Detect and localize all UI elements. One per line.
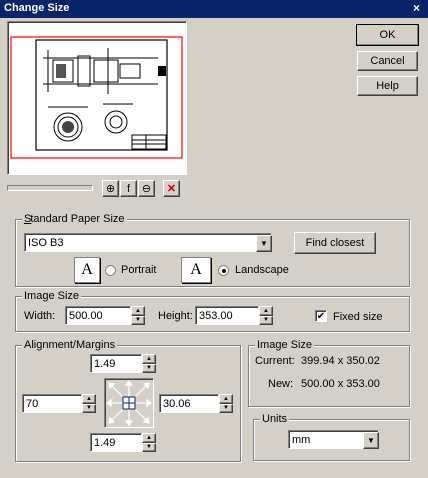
spin-down-icon[interactable]: ▼ [82, 403, 96, 413]
margin-top-spinner[interactable]: ▲ ▼ [142, 354, 156, 373]
margin-left-input[interactable]: 70 [22, 394, 82, 413]
cancel-label: Cancel [370, 55, 405, 67]
zoom-out-icon: ⊖ [141, 183, 152, 195]
ok-button[interactable]: OK [356, 24, 419, 46]
landscape-radio-dot [221, 268, 226, 273]
standard-paper-legend: Standard Paper Size [22, 213, 127, 225]
landscape-radio[interactable] [218, 265, 229, 276]
margin-right-value: 30.06 [163, 397, 191, 410]
current-size-value: 399.94 x 350.02 [301, 355, 380, 367]
spin-down-icon[interactable]: ▼ [142, 363, 156, 373]
zoom-slider-track[interactable] [7, 185, 93, 191]
find-closest-label: Find closest [305, 237, 365, 249]
standard-paper-legend-text: tandard Paper Size [30, 213, 125, 225]
clear-button[interactable]: ✕ [163, 180, 180, 197]
spin-down-icon[interactable]: ▼ [219, 403, 233, 413]
current-size-label: Current: [255, 355, 295, 367]
spin-up-icon[interactable]: ▲ [142, 433, 156, 443]
landscape-paper-icon: A [181, 257, 211, 283]
units-legend: Units [260, 413, 290, 425]
width-value: 500.00 [69, 309, 103, 322]
image-size-legend: Image Size [22, 290, 82, 302]
ok-label: OK [379, 29, 396, 41]
new-size-value: 500.00 x 353.00 [301, 378, 380, 390]
cancel-button[interactable]: Cancel [357, 51, 418, 71]
margin-bottom-spinner[interactable]: ▲ ▼ [142, 433, 156, 452]
title-bar: Change Size × [0, 0, 428, 18]
fixed-size-label[interactable]: Fixed size [333, 311, 383, 323]
paper-size-select[interactable]: ISO B3 [24, 233, 272, 252]
zoom-in-icon: ⊕ [105, 183, 116, 195]
spin-up-icon[interactable]: ▲ [219, 394, 233, 404]
portrait-paper-icon: A [74, 257, 100, 283]
new-size-label: New: [268, 378, 294, 390]
width-spinner[interactable]: ▲ ▼ [131, 306, 145, 325]
spin-down-icon[interactable]: ▼ [131, 315, 145, 325]
width-input[interactable]: 500.00 [65, 306, 131, 325]
preview-area [7, 21, 187, 175]
margin-top-input[interactable]: 1.49 [90, 354, 142, 373]
spin-up-icon[interactable]: ▲ [131, 306, 145, 316]
spin-down-icon[interactable]: ▼ [259, 315, 273, 325]
height-label: Height: [158, 310, 193, 322]
spin-up-icon[interactable]: ▲ [259, 306, 273, 316]
margin-left-spinner[interactable]: ▲ ▼ [82, 394, 96, 413]
width-label: Width: [24, 310, 56, 322]
zoom-fit-button[interactable]: f [120, 180, 137, 197]
window-title: Change Size [4, 2, 70, 14]
fit-icon: f [126, 182, 131, 195]
alignment-margins-legend: Alignment/Margins [22, 339, 118, 351]
spin-down-icon[interactable]: ▼ [142, 442, 156, 452]
landscape-paper-glyph: A [190, 261, 202, 278]
close-icon[interactable]: × [413, 1, 420, 15]
margin-right-spinner[interactable]: ▲ ▼ [219, 394, 233, 413]
units-dropdown-button[interactable]: ▼ [363, 432, 379, 449]
chevron-down-icon: ▼ [367, 436, 375, 445]
height-spinner[interactable]: ▲ ▼ [259, 306, 273, 325]
paper-size-dropdown-button[interactable]: ▼ [256, 235, 272, 252]
clear-icon: ✕ [166, 183, 177, 195]
spin-up-icon[interactable]: ▲ [142, 354, 156, 364]
portrait-label[interactable]: Portrait [121, 264, 156, 276]
find-closest-button[interactable]: Find closest [294, 232, 376, 254]
zoom-in-button[interactable]: ⊕ [102, 180, 119, 197]
portrait-paper-glyph: A [81, 261, 93, 278]
portrait-radio[interactable] [105, 265, 116, 276]
help-label: Help [376, 80, 399, 92]
zoom-out-button[interactable]: ⊖ [138, 180, 155, 197]
alignment-arrows-icon [106, 380, 152, 426]
margin-bottom-value: 1.49 [94, 436, 116, 449]
paper-size-value: ISO B3 [28, 236, 64, 249]
height-value: 353.00 [199, 309, 233, 322]
margin-right-input[interactable]: 30.06 [159, 394, 219, 413]
spin-up-icon[interactable]: ▲ [82, 394, 96, 404]
margin-left-value: 70 [26, 397, 39, 410]
alignment-grid[interactable] [104, 378, 154, 428]
drawing-preview [10, 36, 183, 159]
margin-bottom-input[interactable]: 1.49 [90, 433, 142, 452]
image-size-info-legend: Image Size [255, 339, 315, 351]
landscape-label[interactable]: Landscape [235, 264, 289, 276]
help-button[interactable]: Help [357, 76, 418, 96]
chevron-down-icon: ▼ [260, 239, 268, 248]
fixed-size-checkbox[interactable]: ✔ [315, 310, 327, 322]
margin-top-value: 1.49 [94, 357, 116, 370]
units-value: mm [292, 433, 311, 446]
height-input[interactable]: 353.00 [195, 306, 259, 325]
